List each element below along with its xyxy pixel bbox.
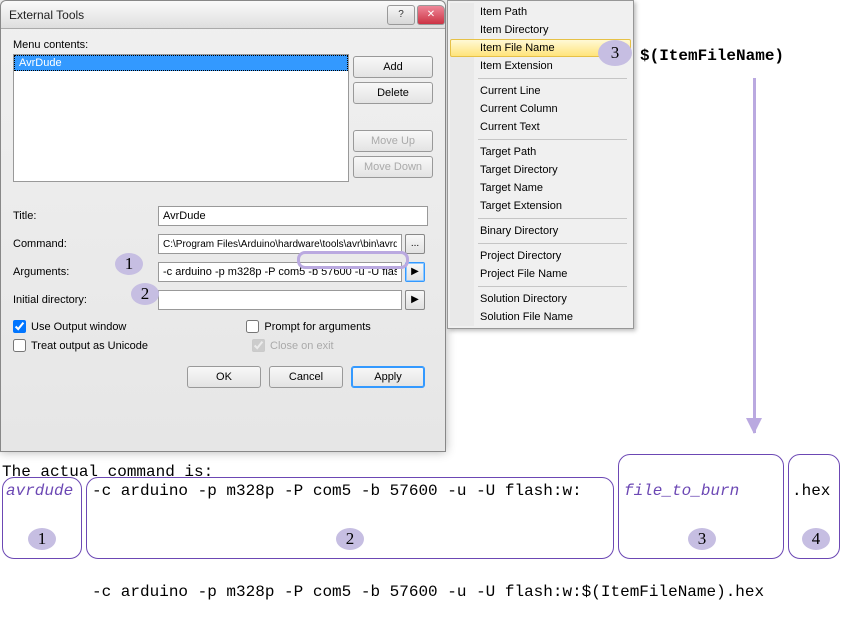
initdir-field[interactable] [158,290,402,310]
menu-separator [478,286,627,287]
menu-item-item-path[interactable]: Item Path [450,3,631,21]
use-output-check[interactable]: Use Output window [13,320,126,333]
cancel-button[interactable]: Cancel [269,366,343,388]
annot-part1: avrdude [6,482,73,500]
arguments-expand-button[interactable]: ▶ [405,262,425,282]
move-up-button[interactable]: Move Up [353,130,433,152]
annot-part4: .hex [792,482,830,500]
annot-part3: file_to_burn [624,482,739,500]
menu-item-current-text[interactable]: Current Text [450,118,631,136]
command-label: Command: [13,238,158,250]
unicode-check[interactable]: Treat output as Unicode [13,339,148,352]
dialog-footer: OK Cancel Apply [13,366,433,388]
annot-badge-1b: 1 [28,528,56,550]
menu-separator [478,218,627,219]
menu-item-target-extension[interactable]: Target Extension [450,197,631,215]
prompt-args-check[interactable]: Prompt for arguments [246,320,370,333]
unicode-checkbox[interactable] [13,339,26,352]
annot-oval-avrbin [297,251,409,269]
menu-item-binary-directory[interactable]: Binary Directory [450,222,631,240]
dialog-body: Menu contents: AvrDude Add Delete Move U… [1,29,445,398]
menu-item-current-line[interactable]: Current Line [450,82,631,100]
annot-badge-4b: 4 [802,528,830,550]
use-output-checkbox[interactable] [13,320,26,333]
spacer [353,108,433,126]
menu-item-item-directory[interactable]: Item Directory [450,21,631,39]
help-button[interactable]: ? [387,5,415,25]
unicode-label: Treat output as Unicode [31,340,148,352]
prompt-args-checkbox[interactable] [246,320,259,333]
move-down-button[interactable]: Move Down [353,156,433,178]
menu-item-current-column[interactable]: Current Column [450,100,631,118]
menu-item-project-file-name[interactable]: Project File Name [450,265,631,283]
menu-contents-label: Menu contents: [13,39,433,51]
annot-badge-3a: 3 [598,40,632,66]
annot-badge-1a: 1 [115,253,143,275]
external-tools-dialog: External Tools ? ✕ Menu contents: AvrDud… [0,0,446,452]
window-buttons: ? ✕ [387,5,445,25]
annot-part2: -c arduino -p m328p -P com5 -b 57600 -u … [92,482,582,500]
close-exit-check: Close on exit [252,339,334,352]
menu-item-solution-file-name[interactable]: Solution File Name [450,308,631,326]
menu-item-project-directory[interactable]: Project Directory [450,247,631,265]
list-item[interactable]: AvrDude [14,55,348,71]
prompt-args-label: Prompt for arguments [264,321,370,333]
titlebar: External Tools ? ✕ [1,1,445,29]
menu-item-target-name[interactable]: Target Name [450,179,631,197]
menu-item-solution-directory[interactable]: Solution Directory [450,290,631,308]
use-output-label: Use Output window [31,321,126,333]
menu-separator [478,243,627,244]
menu-separator [478,78,627,79]
initdir-expand-button[interactable]: ▶ [405,290,425,310]
close-button[interactable]: ✕ [417,5,445,25]
annot-macro-text: $(ItemFileName) [640,47,784,65]
delete-button[interactable]: Delete [353,82,433,104]
menu-item-target-path[interactable]: Target Path [450,143,631,161]
annot-badge-2a: 2 [131,283,159,305]
menu-contents-list[interactable]: AvrDude [13,54,349,182]
annot-final: -c arduino -p m328p -P com5 -b 57600 -u … [92,583,764,601]
annot-badge-2b: 2 [336,528,364,550]
close-exit-label: Close on exit [270,340,334,352]
dialog-title: External Tools [9,8,84,22]
add-button[interactable]: Add [353,56,433,78]
menu-separator [478,139,627,140]
close-exit-checkbox [252,339,265,352]
command-browse-button[interactable]: ... [405,234,425,254]
annot-badge-3b: 3 [688,528,716,550]
side-buttons: Add Delete Move Up Move Down [353,56,433,178]
title-field[interactable] [158,206,428,226]
ok-button[interactable]: OK [187,366,261,388]
title-label: Title: [13,210,158,222]
annot-arrow-down [753,78,756,433]
apply-button[interactable]: Apply [351,366,425,388]
menu-item-target-directory[interactable]: Target Directory [450,161,631,179]
